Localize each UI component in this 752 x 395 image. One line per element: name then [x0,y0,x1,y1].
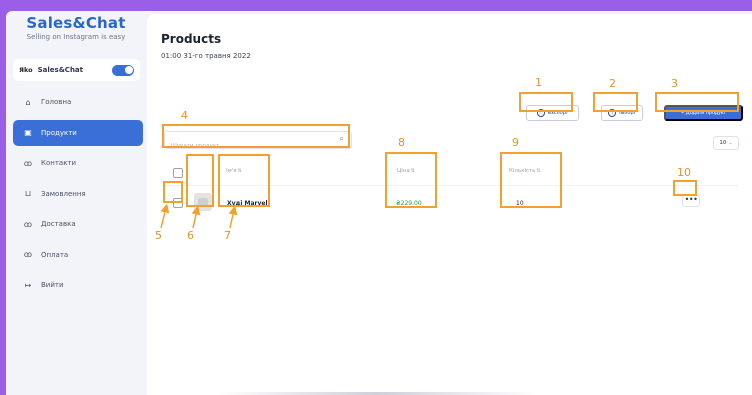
annotation-arrow-7 [228,205,238,229]
annotation-arrow-5 [160,203,170,229]
annotation-arrows [160,203,238,229]
annotation-arrow-6 [191,205,201,229]
